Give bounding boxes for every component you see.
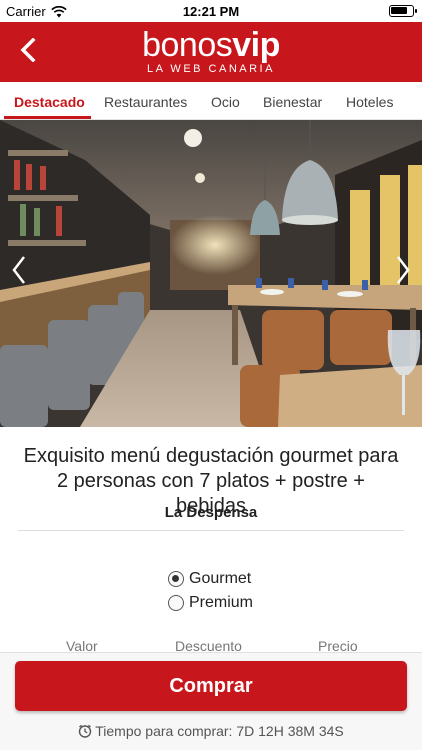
chevron-right-icon	[397, 256, 410, 284]
clock-icon	[79, 724, 92, 738]
option-group: Gourmet Premium	[168, 567, 253, 615]
battery-icon	[389, 5, 417, 17]
option-gourmet[interactable]: Gourmet	[168, 567, 253, 591]
battery-level	[391, 7, 407, 14]
restaurant-photo	[0, 120, 422, 427]
logo-text-part2: vip	[232, 26, 280, 64]
radio-checked-icon[interactable]	[168, 571, 184, 587]
tab-bienestar[interactable]: Bienestar	[263, 82, 322, 119]
option-label: Premium	[189, 594, 254, 611]
tab-destacado[interactable]: Destacado	[14, 82, 85, 119]
tab-hoteles[interactable]: Hoteles	[346, 82, 393, 119]
radio-unchecked-icon[interactable]	[168, 595, 184, 611]
carousel-prev-button[interactable]	[4, 250, 34, 290]
bonosvip-logo: bonosvip LA WEB CANARIA	[0, 28, 422, 75]
tab-restaurantes[interactable]: Restaurantes	[104, 82, 187, 119]
status-time: 12:21 PM	[182, 4, 240, 19]
active-tab-indicator	[4, 116, 91, 119]
tab-ocio[interactable]: Ocio	[211, 82, 240, 119]
logo-text-part1: bonos	[142, 26, 233, 64]
carousel-next-button[interactable]	[388, 250, 418, 290]
status-bar: Carrier 12:21 PM	[0, 0, 422, 22]
timer-text: Tiempo para comprar: 7D 12H 38M 34S	[95, 723, 344, 739]
chevron-left-icon	[12, 256, 25, 284]
venue-name: La Despensa	[164, 504, 258, 521]
buy-button[interactable]: Comprar	[15, 661, 407, 711]
category-tabs: Destacado Restaurantes Ocio Bienestar Ho…	[0, 82, 422, 120]
purchase-bar: Comprar Tiempo para comprar: 7D 12H 38M …	[0, 652, 422, 750]
purchase-timer: Tiempo para comprar: 7D 12H 38M 34S	[0, 723, 422, 739]
logo-tagline: LA WEB CANARIA	[147, 63, 275, 75]
deal-image-carousel[interactable]	[0, 120, 422, 427]
app-header: bonosvip LA WEB CANARIA	[0, 22, 422, 82]
divider	[18, 530, 404, 531]
option-label: Gourmet	[189, 570, 252, 587]
option-premium[interactable]: Premium	[168, 591, 253, 615]
